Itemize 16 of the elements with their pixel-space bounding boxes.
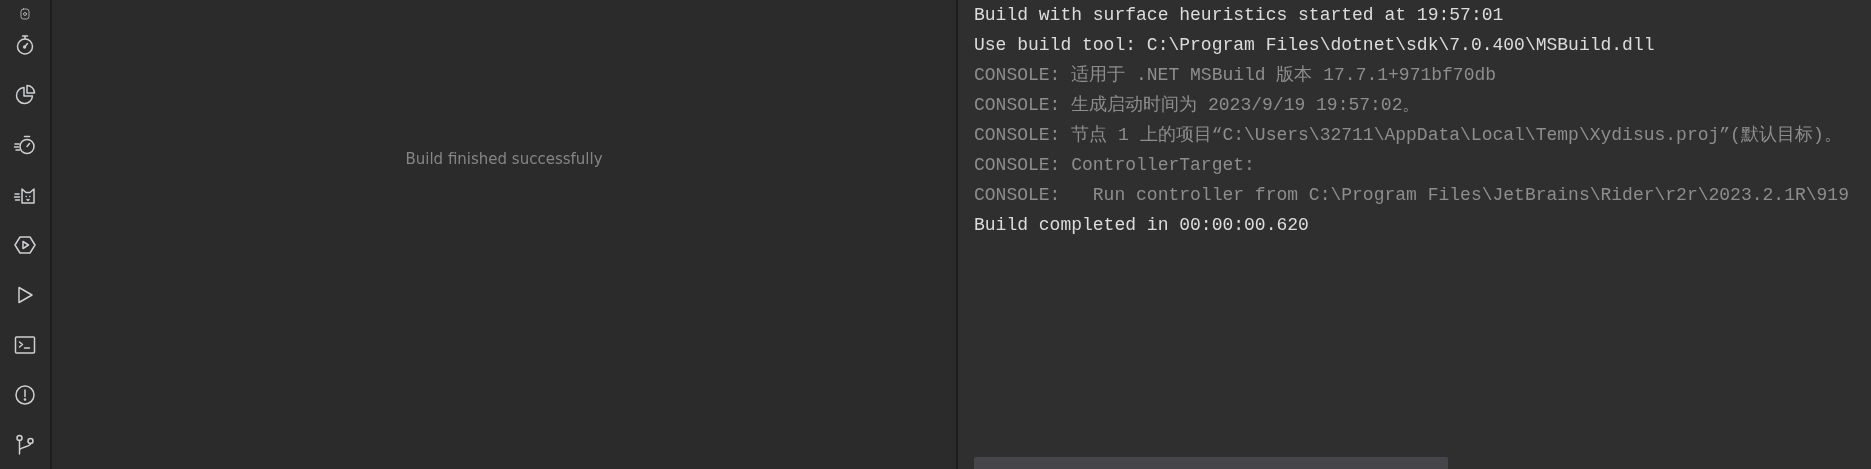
- pie-chart-icon[interactable]: [13, 83, 37, 107]
- branch-icon[interactable]: [13, 433, 37, 457]
- console-line: Build with surface heuristics started at 19:57:01: [974, 4, 1505, 27]
- console-line: Use build tool: C:\Program Files\dotnet\sdk\7.0.400\MSBuild.dll: [974, 34, 1656, 57]
- console-line: CONSOLE: 节点 1 上的项目“C:\Users\32711\AppData\Local\Temp\Xydisus.proj”(默认目标)。: [974, 124, 1843, 147]
- console-line: Build completed in 00:00:00.620: [974, 214, 1310, 237]
- console-line: CONSOLE: Run controller from C:\Program Files\JetBrains\Rider\r2r\2023.2.1R\919: [974, 184, 1850, 207]
- console-line: CONSOLE: ControllerTarget:: [974, 154, 1256, 177]
- speed-stopwatch-icon[interactable]: [13, 133, 37, 157]
- hexagon-play-icon[interactable]: [13, 233, 37, 257]
- console-line: CONSOLE: 生成启动时间为 2023/9/19 19:57:02。: [974, 94, 1422, 117]
- build-status-text: Build finished successfully: [405, 150, 603, 168]
- terminal-icon[interactable]: [13, 333, 37, 357]
- warning-icon[interactable]: [13, 383, 37, 407]
- scrollbar-thumb[interactable]: [974, 457, 1448, 469]
- console-line: CONSOLE: 适用于 .NET MSBuild 版本 17.7.1+971bf70db: [974, 64, 1498, 87]
